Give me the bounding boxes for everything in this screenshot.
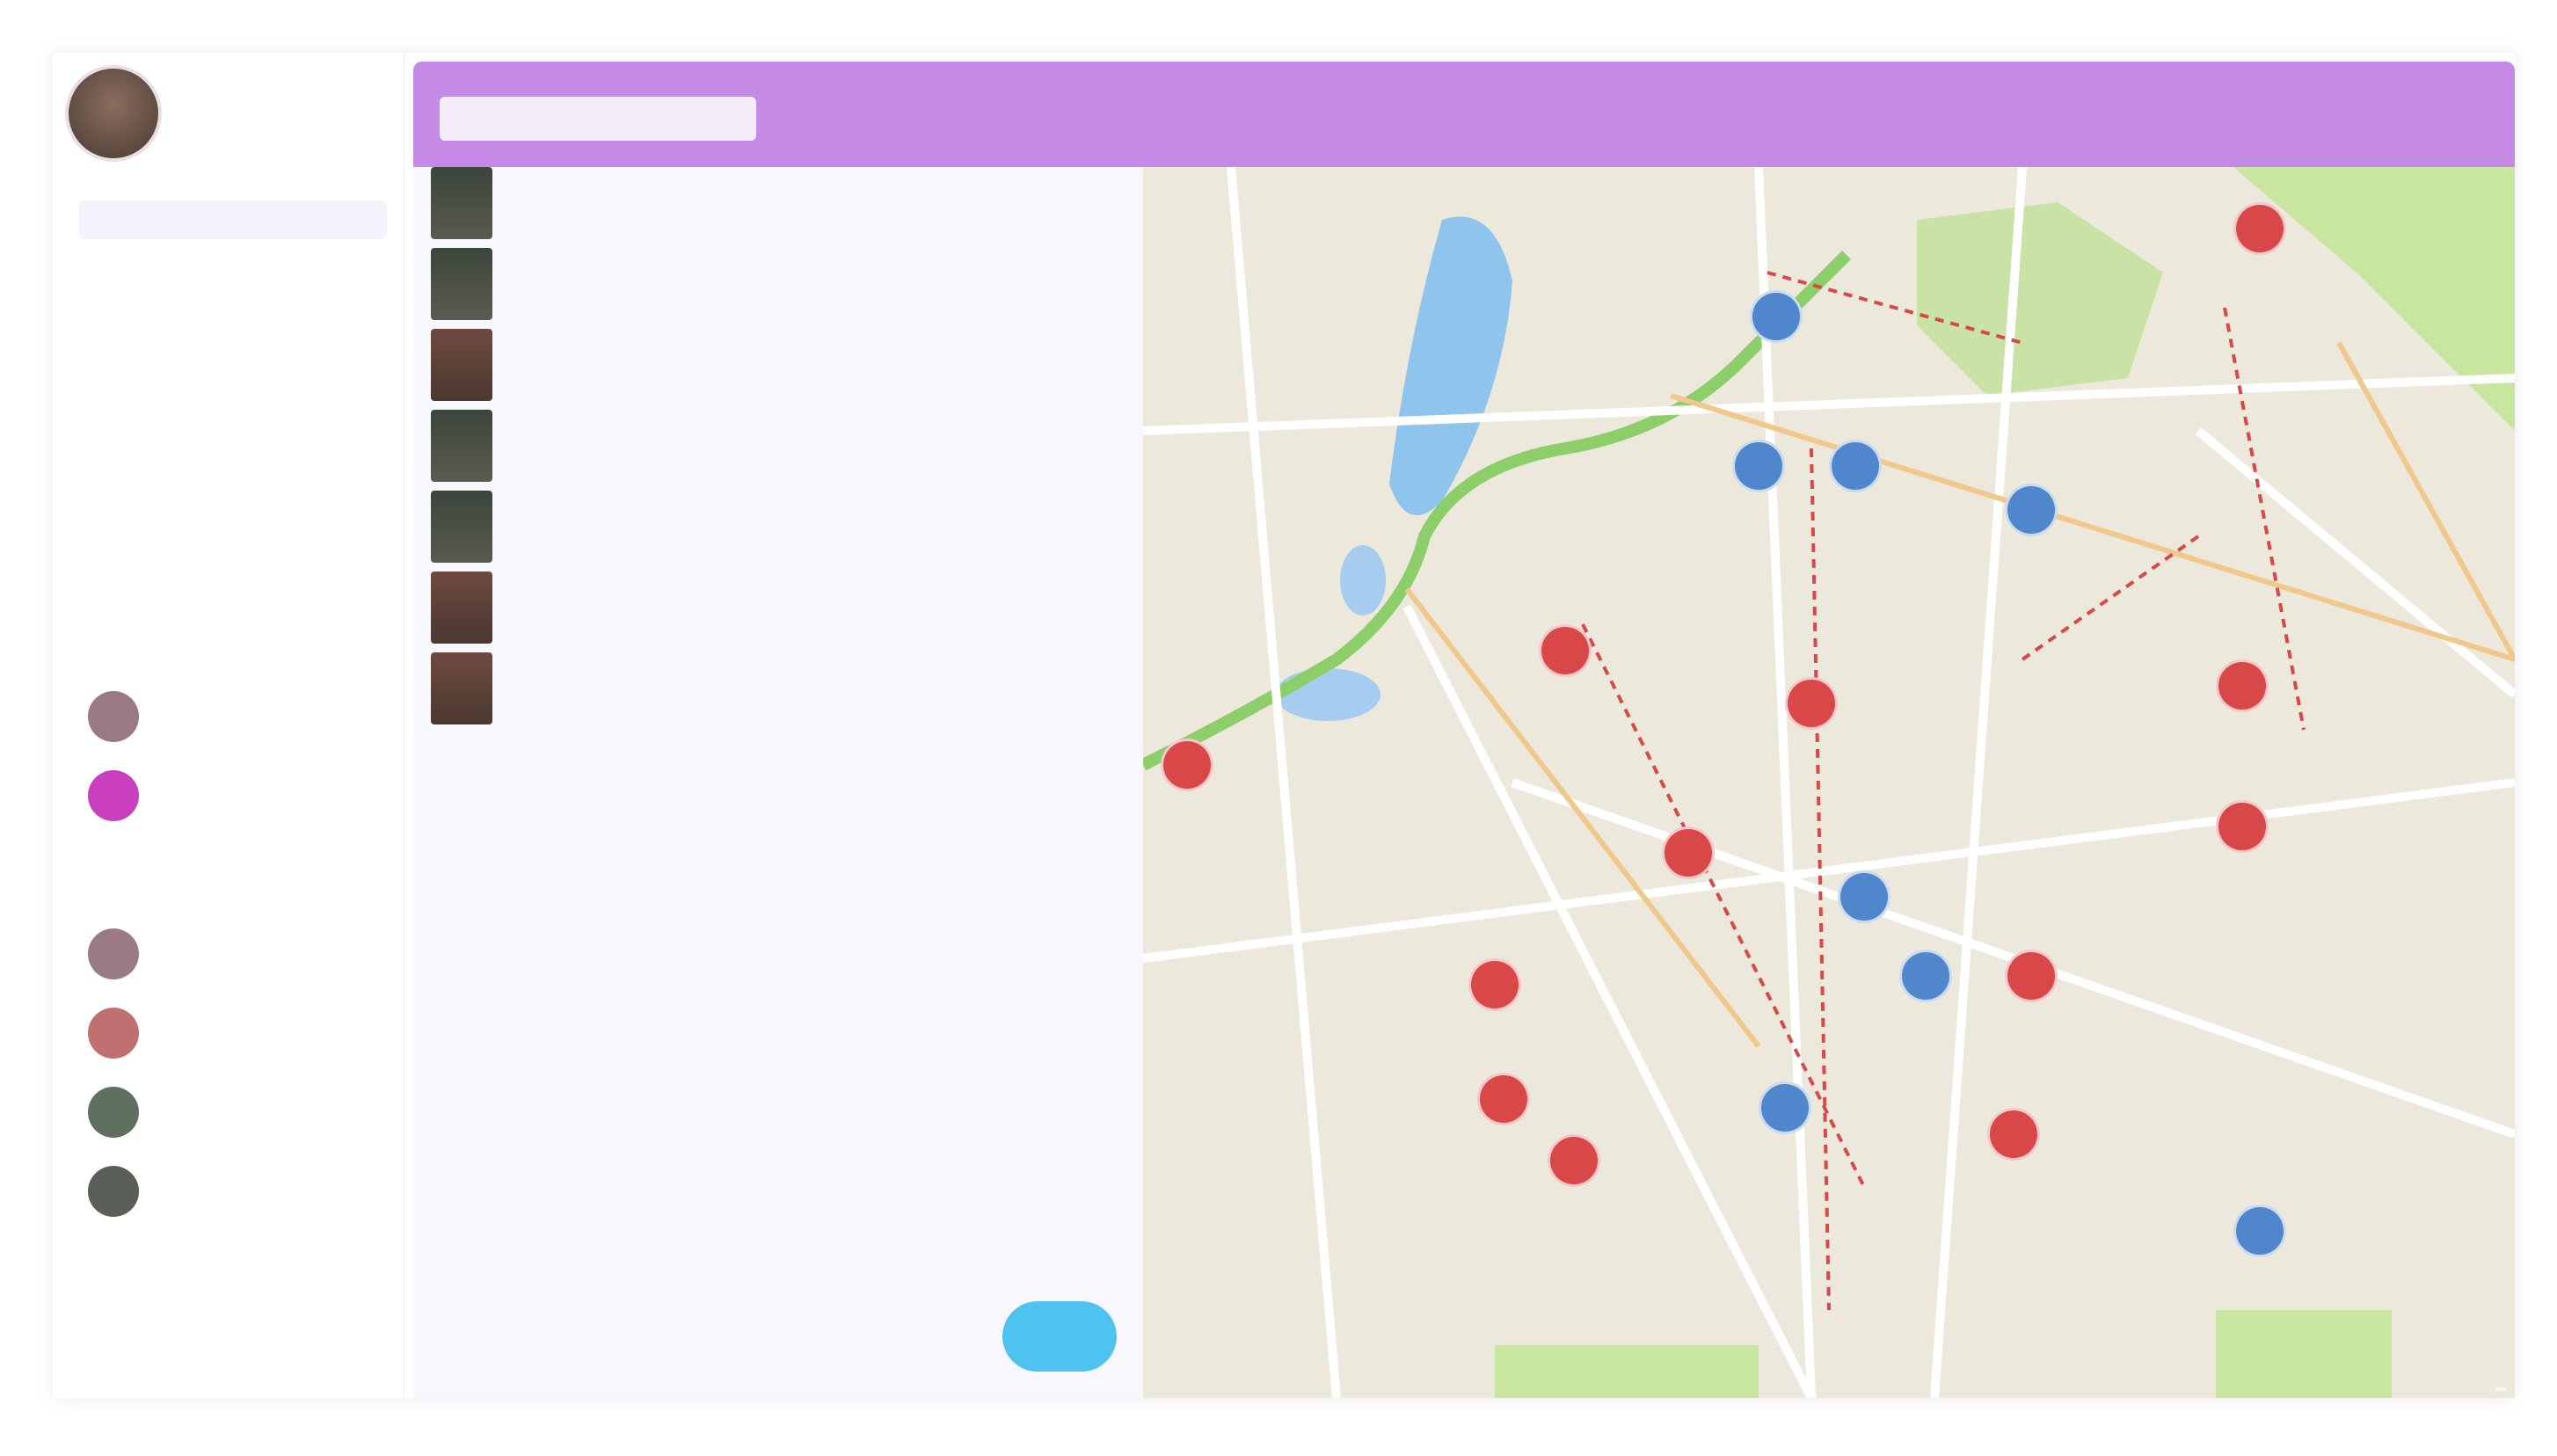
list-item[interactable] — [413, 491, 1143, 571]
contact-avatar — [88, 691, 139, 742]
map-marker-blue[interactable] — [1759, 1081, 1811, 1134]
map-view[interactable] — [1143, 167, 2515, 1398]
contact-item[interactable] — [79, 756, 387, 835]
contact-item[interactable] — [79, 835, 387, 914]
park-area — [1917, 202, 2163, 396]
sidebar-menu — [79, 176, 387, 394]
park-area — [2216, 1310, 2392, 1398]
contact-item[interactable] — [79, 1152, 387, 1231]
map-marker-red[interactable] — [1987, 1108, 2040, 1161]
contact-avatar — [88, 1245, 139, 1296]
map-marker-blue[interactable] — [1899, 950, 1952, 1002]
map-marker-blue[interactable] — [1838, 870, 1890, 923]
contact-item[interactable] — [79, 677, 387, 756]
list-panel — [413, 167, 1143, 1398]
app-window — [53, 53, 2515, 1398]
map-marker-blue[interactable] — [1829, 440, 1882, 492]
lake — [1340, 545, 1386, 615]
list-item[interactable] — [413, 167, 1143, 248]
sidebar — [53, 53, 404, 1398]
contacts-title — [79, 651, 387, 677]
map-base — [1143, 167, 2515, 1398]
list-item[interactable] — [413, 652, 1143, 733]
contact-avatar — [88, 849, 139, 900]
map-marker-red[interactable] — [1477, 1073, 1530, 1125]
map-marker-red[interactable] — [1539, 624, 1592, 677]
map-marker-blue[interactable] — [1732, 440, 1785, 492]
search-input[interactable] — [440, 97, 756, 141]
park-area — [1495, 1345, 1759, 1398]
list-item[interactable] — [413, 329, 1143, 410]
list-item[interactable] — [413, 410, 1143, 491]
map-marker-red[interactable] — [2216, 800, 2269, 853]
map-marker-red[interactable] — [1662, 826, 1715, 879]
list-item[interactable] — [413, 571, 1143, 652]
list-thumbnail — [431, 571, 492, 644]
menu-header — [79, 176, 387, 200]
contact-avatar — [88, 1008, 139, 1059]
map-marker-red[interactable] — [2233, 202, 2286, 255]
contacts-section — [79, 651, 387, 1310]
contact-avatar — [88, 928, 139, 979]
contact-avatar — [88, 1087, 139, 1138]
list-thumbnail — [431, 248, 492, 320]
send-button[interactable] — [1002, 1301, 1117, 1372]
map-marker-red[interactable] — [1468, 958, 1521, 1011]
contact-item[interactable] — [79, 1073, 387, 1152]
contact-item[interactable] — [79, 994, 387, 1073]
contact-item[interactable] — [79, 1231, 387, 1310]
main-area — [404, 53, 2515, 1398]
result-list — [413, 167, 1143, 733]
contact-avatar — [88, 1166, 139, 1217]
message-input[interactable] — [431, 1310, 1002, 1363]
list-thumbnail — [431, 652, 492, 724]
map-marker-red[interactable] — [1548, 1134, 1600, 1187]
list-thumbnail — [431, 329, 492, 401]
roads — [1143, 167, 2515, 1398]
sidebar-item-4[interactable] — [79, 317, 387, 355]
sidebar-item-2[interactable] — [79, 239, 387, 278]
contact-item[interactable] — [79, 914, 387, 994]
list-thumbnail — [431, 491, 492, 563]
map-marker-red[interactable] — [1785, 677, 1838, 730]
contact-list — [79, 677, 387, 1310]
lake — [1275, 668, 1380, 721]
map-marker-blue[interactable] — [2005, 484, 2058, 536]
sidebar-item-5[interactable] — [79, 355, 387, 394]
list-thumbnail — [431, 167, 492, 239]
avatar[interactable] — [65, 65, 162, 162]
map-marker-blue[interactable] — [1750, 290, 1803, 343]
compose-bar — [431, 1301, 1117, 1372]
map-marker-red[interactable] — [1161, 739, 1213, 791]
sidebar-item-1[interactable] — [79, 200, 387, 239]
list-thumbnail — [431, 410, 492, 482]
top-bar — [413, 62, 2515, 167]
map-marker-red[interactable] — [2216, 659, 2269, 712]
profile[interactable] — [65, 65, 178, 162]
sidebar-item-3[interactable] — [79, 278, 387, 317]
list-item[interactable] — [413, 248, 1143, 329]
map-marker-red[interactable] — [2005, 950, 2058, 1002]
contact-avatar — [88, 770, 139, 821]
map-marker-blue[interactable] — [2233, 1205, 2286, 1257]
map-attribution — [2495, 1387, 2506, 1391]
